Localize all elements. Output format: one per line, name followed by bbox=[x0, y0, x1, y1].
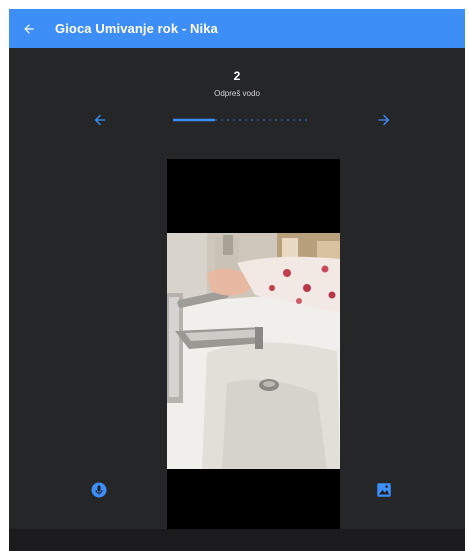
arrow-left-icon bbox=[94, 114, 106, 126]
page-title: Gioca Umivanje rok - Nika bbox=[55, 21, 218, 36]
app-window: Gioca Umivanje rok - Nika 2 Odpreš vodo bbox=[9, 9, 465, 551]
gallery-button[interactable] bbox=[373, 479, 395, 501]
previous-step-button[interactable] bbox=[88, 110, 112, 130]
image-icon bbox=[377, 483, 391, 497]
media-viewer[interactable] bbox=[167, 159, 340, 532]
step-photo bbox=[167, 233, 340, 469]
step-label: Odpreš vodo bbox=[214, 89, 260, 98]
back-button[interactable] bbox=[15, 15, 43, 43]
step-number: 2 bbox=[233, 69, 241, 83]
step-progress-bar bbox=[173, 118, 309, 122]
microphone-button[interactable] bbox=[88, 479, 110, 501]
arrow-right-icon bbox=[378, 114, 390, 126]
next-step-button[interactable] bbox=[372, 110, 396, 130]
bottom-bar bbox=[9, 529, 465, 551]
app-bar: Gioca Umivanje rok - Nika bbox=[9, 9, 465, 48]
microphone-icon bbox=[91, 482, 107, 498]
arrow-left-icon bbox=[24, 24, 34, 34]
